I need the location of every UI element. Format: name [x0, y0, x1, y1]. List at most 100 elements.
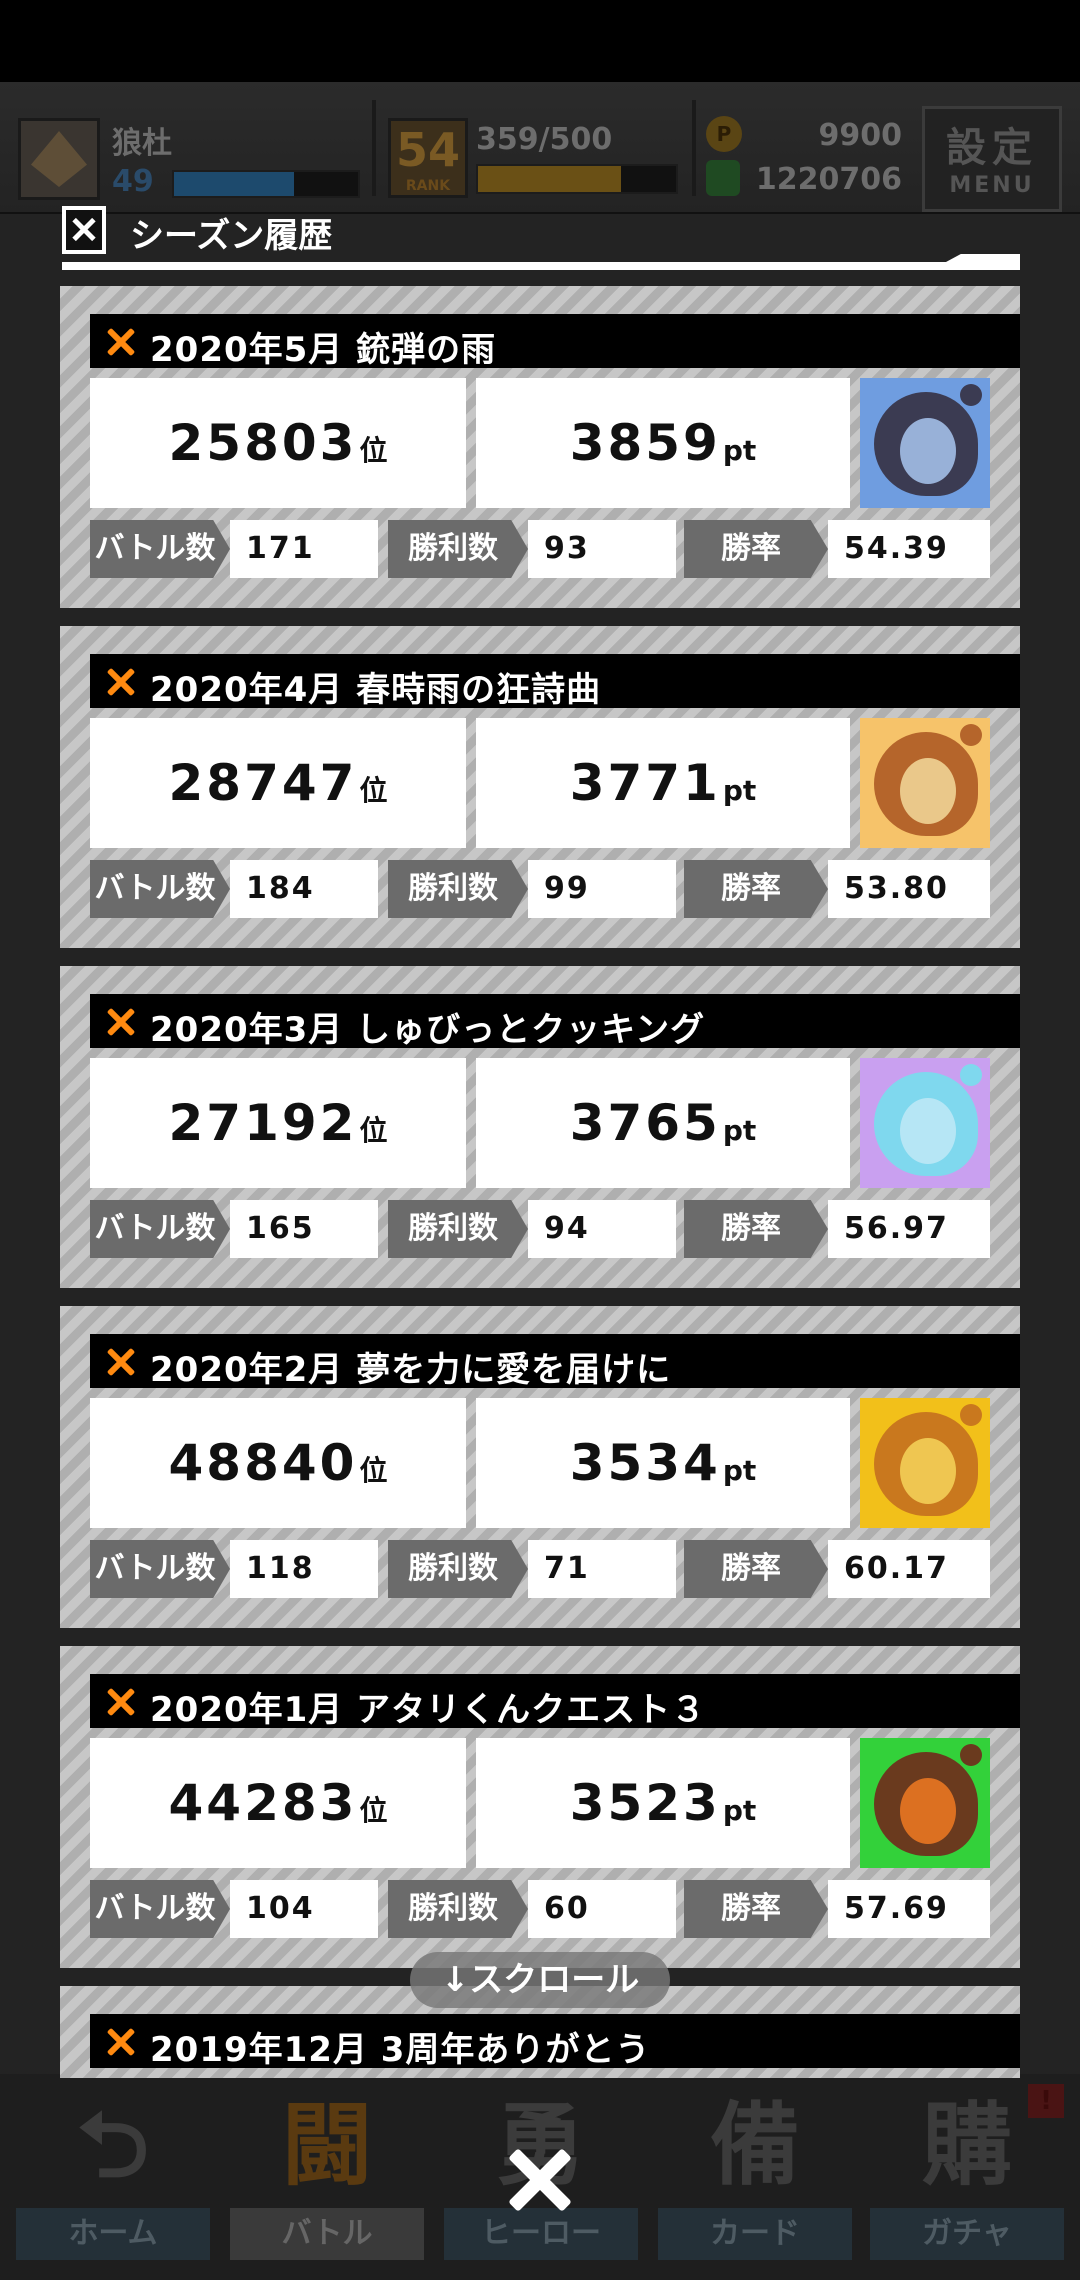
player-emblem-icon — [18, 118, 100, 200]
battle-count-value: 118 — [230, 1540, 378, 1598]
season-title: 2020年1月 アタリくんクエスト３ — [150, 1690, 707, 1730]
season-points: 3765pt — [476, 1058, 850, 1188]
points-unit: pt — [722, 1114, 757, 1147]
win-count-value: 60 — [528, 1880, 676, 1938]
rank-value: 28747 — [168, 754, 358, 812]
status-bar — [0, 0, 1080, 82]
rank-value: 44283 — [168, 1774, 358, 1832]
crossed-swords-icon — [102, 1006, 138, 1038]
win-count-label: 勝利数 — [388, 1880, 528, 1938]
points-value: 3523 — [569, 1774, 721, 1832]
win-rate-label: 勝率 — [684, 1200, 828, 1258]
season-rank: 25803位 — [90, 378, 466, 508]
menu-kanji: 設定 — [946, 125, 1038, 171]
win-count-value: 93 — [528, 520, 676, 578]
points-unit: pt — [722, 1794, 757, 1827]
nav-label: カード — [658, 2208, 852, 2260]
settings-menu-button[interactable]: 設定 MENU — [922, 106, 1062, 212]
season-header: 2019年12月 3周年ありがとう — [90, 2014, 1020, 2070]
season-rank: 28747位 — [90, 718, 466, 848]
points-value: 3534 — [569, 1434, 721, 1492]
crossed-swords-icon — [102, 1686, 138, 1718]
win-rate-value: 56.97 — [828, 1200, 990, 1258]
gem-icon — [706, 160, 740, 196]
battle-count-label: バトル数 — [90, 860, 230, 918]
season-history-list[interactable]: 2020年5月 銃弾の雨 25803位 3859pt バトル数 171 勝利数 93 勝率 54… — [60, 286, 1020, 2078]
battle-count-value: 184 — [230, 860, 378, 918]
rank-unit: 位 — [359, 1794, 388, 1827]
hero-avatar-icon — [860, 1058, 990, 1188]
win-count-value: 99 — [528, 860, 676, 918]
crossed-swords-icon — [102, 1346, 138, 1378]
hero-avatar-icon — [860, 718, 990, 848]
rank-value: 25803 — [168, 414, 358, 472]
menu-label: MENU — [949, 173, 1035, 198]
nav-battle[interactable]: 闘 バトル — [222, 2086, 432, 2266]
battle-count-value: 104 — [230, 1880, 378, 1938]
level-progress-bar — [172, 170, 360, 198]
rank-unit: 位 — [359, 774, 388, 807]
close-icon[interactable] — [500, 2140, 580, 2220]
player-level: 49 — [112, 164, 154, 199]
points-unit: pt — [722, 774, 757, 807]
season-title: 2020年3月 しゅびっとクッキング — [150, 1010, 706, 1050]
win-count-label: 勝利数 — [388, 1200, 528, 1258]
hero-avatar-icon — [860, 1738, 990, 1868]
win-rate-value: 60.17 — [828, 1540, 990, 1598]
points-value: 3859 — [569, 414, 721, 472]
battle-count-value: 165 — [230, 1200, 378, 1258]
win-count-value: 94 — [528, 1200, 676, 1258]
crossed-swords-icon — [102, 326, 138, 358]
win-count-label: 勝利数 — [388, 520, 528, 578]
win-rate-value: 53.80 — [828, 860, 990, 918]
season-header: 2020年5月 銃弾の雨 — [90, 314, 1020, 370]
season-title: 2020年5月 銃弾の雨 — [150, 330, 497, 370]
rank-unit: 位 — [359, 1114, 388, 1147]
win-rate-value: 57.69 — [828, 1880, 990, 1938]
scroll-hint-button[interactable]: ↓スクロール — [410, 1952, 670, 2008]
header-divider — [692, 100, 696, 196]
season-points: 3534pt — [476, 1398, 850, 1528]
nav-card[interactable]: 備 カード — [650, 2086, 860, 2266]
rank-unit: 位 — [359, 434, 388, 467]
coin-count: 9900 — [818, 118, 903, 153]
gem-count: 1220706 — [755, 162, 902, 197]
win-rate-label: 勝率 — [684, 1880, 828, 1938]
nav-label: バトル — [230, 2208, 424, 2260]
crossed-swords-icon — [102, 666, 138, 698]
nav-label: ホーム — [16, 2208, 210, 2260]
points-value: 3771 — [569, 754, 721, 812]
season-card: 2020年5月 銃弾の雨 25803位 3859pt バトル数 171 勝利数 93 勝率 54… — [60, 286, 1020, 608]
battle-count-label: バトル数 — [90, 1200, 230, 1258]
season-title: 2020年2月 夢を力に愛を届けに — [150, 1350, 672, 1390]
points-unit: pt — [722, 434, 757, 467]
rank-value: 27192 — [168, 1094, 358, 1152]
season-title: 2020年4月 春時雨の狂詩曲 — [150, 670, 602, 710]
season-points: 3523pt — [476, 1738, 850, 1868]
battle-count-value: 171 — [230, 520, 378, 578]
season-card: 2020年4月 春時雨の狂詩曲 28747位 3771pt バトル数 184 勝利数 99 勝… — [60, 626, 1020, 948]
rank-progress-text: 359/500 — [476, 122, 613, 157]
points-value: 3765 — [569, 1094, 721, 1152]
crossed-swords-icon — [102, 2026, 138, 2058]
hero-avatar-icon — [860, 1398, 990, 1528]
rank-progress-bar — [476, 164, 678, 194]
card-icon: 備 — [710, 2093, 800, 2198]
battle-icon: 闘 — [282, 2093, 372, 2198]
season-rank: 48840位 — [90, 1398, 466, 1528]
battle-count-label: バトル数 — [90, 520, 230, 578]
season-header: 2020年3月 しゅびっとクッキング — [90, 994, 1020, 1050]
player-name: 狼杜 — [112, 126, 172, 161]
win-count-value: 71 — [528, 1540, 676, 1598]
header-divider — [372, 100, 376, 196]
season-points: 3859pt — [476, 378, 850, 508]
nav-gacha[interactable]: 購 ガチャ ! — [862, 2084, 1072, 2266]
season-header: 2020年1月 アタリくんクエスト３ — [90, 1674, 1020, 1730]
nav-home[interactable]: ⮌ ホーム — [8, 2086, 218, 2266]
battle-history-icon — [62, 206, 106, 254]
hero-avatar-icon — [860, 378, 990, 508]
rank-unit: 位 — [359, 1454, 388, 1487]
rank-value: 48840 — [168, 1434, 358, 1492]
modal-title-text: シーズン履歴 — [130, 216, 333, 256]
season-card: 2020年3月 しゅびっとクッキング 27192位 3765pt バトル数 165 勝利数… — [60, 966, 1020, 1288]
